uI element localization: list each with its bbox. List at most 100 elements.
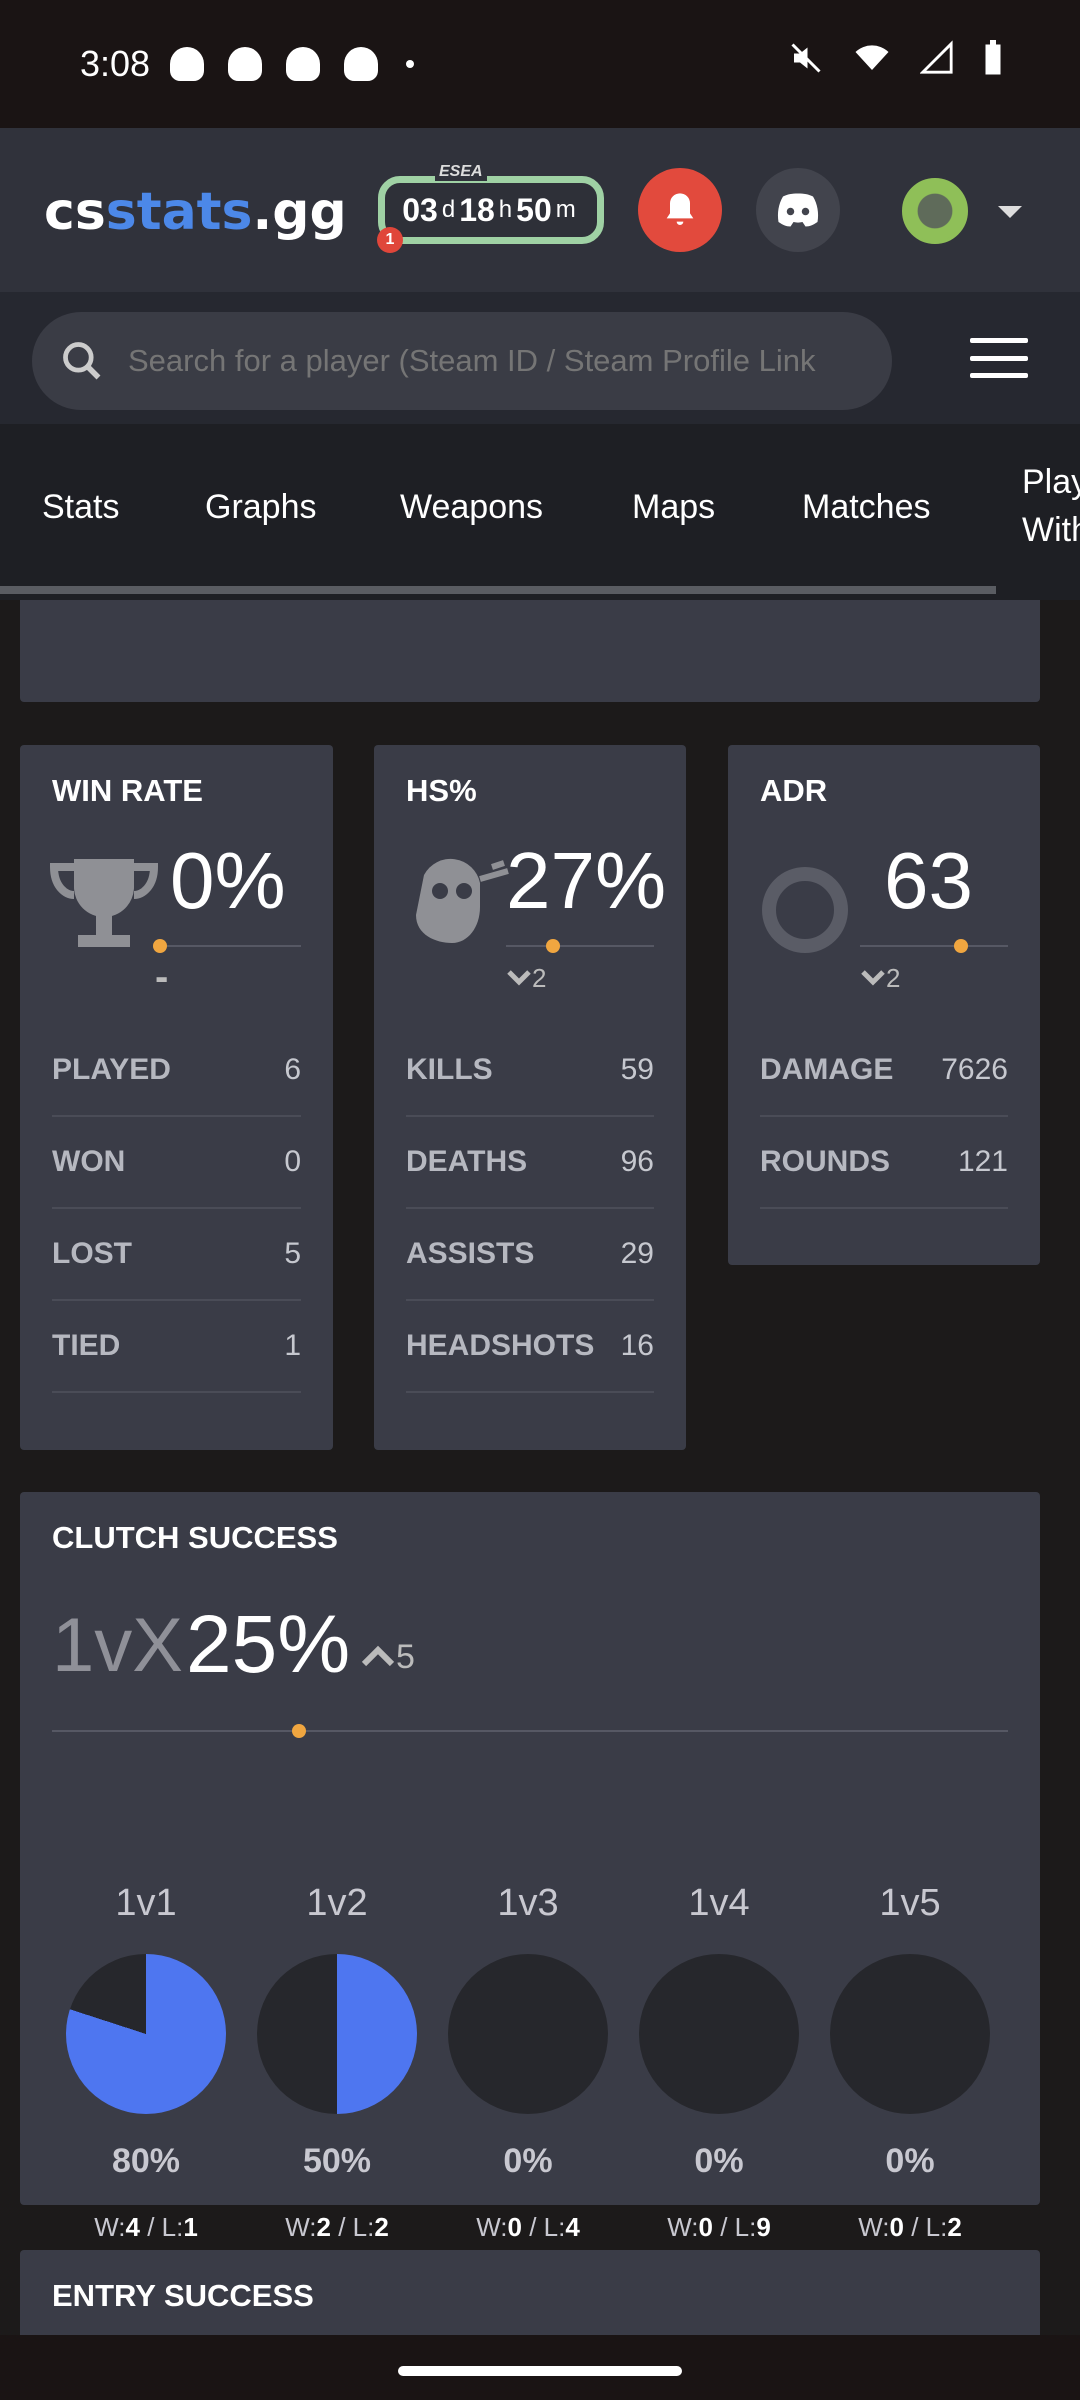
adr-change: 2 (860, 963, 900, 994)
win-rate-change: - (155, 955, 169, 999)
card-title: ADR (760, 773, 828, 808)
clutch-record: W:4 / L:1 (94, 2212, 198, 2242)
clutch-pie (257, 1954, 417, 2114)
stat-label: LOST (52, 1237, 132, 1270)
entry-card: ENTRY SUCCESS (20, 2250, 1040, 2335)
clutch-label: 1v4 (688, 1882, 750, 1924)
stat-value: 96 (620, 1145, 654, 1178)
search-box[interactable] (32, 312, 892, 410)
stat-row: WON 0 (52, 1117, 301, 1209)
tab-play-with[interactable]: Play With (1022, 458, 1080, 554)
stat-label: KILLS (406, 1053, 493, 1086)
clutch-pie (448, 1954, 608, 2114)
chevron-down-icon[interactable] (998, 206, 1022, 218)
wins: 4 (125, 2212, 140, 2242)
stat-label: PLAYED (52, 1053, 171, 1086)
adr-ring-icon (762, 867, 848, 953)
site-logo[interactable]: csstats.gg (44, 182, 347, 242)
clutch-pie (639, 1954, 799, 2114)
chevron-down-icon (507, 970, 531, 986)
hamburger-menu-icon[interactable] (970, 338, 1028, 378)
rating-line (506, 945, 654, 947)
tab-stats[interactable]: Stats (42, 488, 119, 527)
clutch-record: W:2 / L:2 (285, 2212, 389, 2242)
logo-part: stats (105, 182, 253, 242)
rating-line (52, 1730, 1008, 1732)
stats-content: WIN RATE 0% - PLAYED 6 WON 0 LOST 5 TIED 1 H… (0, 600, 1080, 2335)
home-indicator[interactable] (398, 2366, 682, 2376)
countdown-days: 03 (402, 191, 438, 228)
adr-card: ADR 63 2 DAMAGE 7626 ROUNDS 121 (728, 745, 1040, 1265)
wins: 0 (698, 2212, 713, 2242)
stat-row: KILLS 59 (406, 1025, 654, 1117)
clutch-label: 1v5 (879, 1882, 941, 1924)
stat-row: HEADSHOTS 16 (406, 1301, 654, 1393)
stat-row: DAMAGE 7626 (760, 1025, 1008, 1117)
clutch-label: 1v1 (115, 1882, 177, 1924)
rating-marker (954, 939, 968, 953)
countdown-minutes: 50 (516, 191, 552, 228)
wins: 0 (889, 2212, 904, 2242)
losses: 2 (947, 2212, 962, 2242)
rating-marker (153, 939, 167, 953)
stat-label: DAMAGE (760, 1053, 894, 1086)
clutch-label: 1vX (52, 1603, 183, 1688)
clutch-percent: 0% (503, 2142, 553, 2180)
stat-row: PLAYED 6 (52, 1025, 301, 1117)
stats-tabs: Stats Graphs Weapons Maps Matches Play W… (0, 424, 1080, 600)
battery-icon (985, 40, 1001, 75)
logo-part: cs (44, 182, 106, 242)
losses: 2 (374, 2212, 389, 2242)
change-value: 2 (886, 963, 901, 993)
discord-button[interactable] (756, 168, 840, 252)
stat-value: 0 (284, 1145, 301, 1178)
search-input[interactable] (128, 343, 888, 379)
tab-weapons[interactable]: Weapons (400, 488, 543, 527)
stat-value: 7626 (941, 1053, 1008, 1086)
clutch-change: 5 (360, 1638, 415, 1677)
rating-line (158, 945, 301, 947)
status-bar: 3:08 (0, 0, 1080, 128)
mute-icon (791, 43, 821, 73)
clutch-label: 1v3 (497, 1882, 559, 1924)
stat-row: ASSISTS 29 (406, 1209, 654, 1301)
esea-tag: ESEA (435, 163, 487, 181)
more-notifications-icon (406, 60, 415, 68)
tab-matches[interactable]: Matches (802, 488, 931, 527)
wins: 0 (507, 2212, 522, 2242)
hs-change: 2 (506, 963, 546, 994)
losses: 9 (756, 2212, 771, 2242)
clutch-pie (66, 1954, 226, 2114)
stat-label: TIED (52, 1329, 121, 1362)
tab-maps[interactable]: Maps (632, 488, 715, 527)
countdown-hours: 18 (459, 191, 495, 228)
card-title: ENTRY SUCCESS (52, 2278, 314, 2313)
stat-value: 29 (620, 1237, 654, 1270)
search-icon (63, 342, 101, 380)
snapchat-icon (344, 47, 379, 81)
discord-icon (777, 193, 819, 227)
signal-icon (920, 40, 953, 74)
tabs-scrollbar[interactable] (0, 586, 996, 594)
stat-value: 6 (284, 1053, 301, 1086)
win-rate-value: 0% (170, 836, 286, 925)
adr-value: 63 (884, 836, 973, 925)
clutch-percent: 80% (111, 2142, 181, 2180)
wins: 2 (316, 2212, 331, 2242)
snapchat-icon (286, 47, 321, 81)
avatar[interactable] (902, 178, 968, 244)
stat-value: 16 (620, 1329, 654, 1362)
card-title: HS% (406, 773, 477, 808)
chevron-up-icon (361, 1645, 395, 1667)
losses: 4 (565, 2212, 580, 2242)
rating-marker (546, 939, 560, 953)
esea-countdown[interactable]: ESEA 03 d 18 h 50 m 1 (377, 163, 604, 253)
rating-line (860, 945, 1008, 947)
change-value: 5 (396, 1638, 415, 1676)
stat-row: TIED 1 (52, 1301, 301, 1393)
tab-graphs[interactable]: Graphs (205, 488, 317, 527)
clutch-pie (830, 1954, 990, 2114)
notifications-button[interactable] (638, 168, 722, 252)
stat-label: DEATHS (406, 1145, 528, 1178)
stat-label: WON (52, 1145, 126, 1178)
